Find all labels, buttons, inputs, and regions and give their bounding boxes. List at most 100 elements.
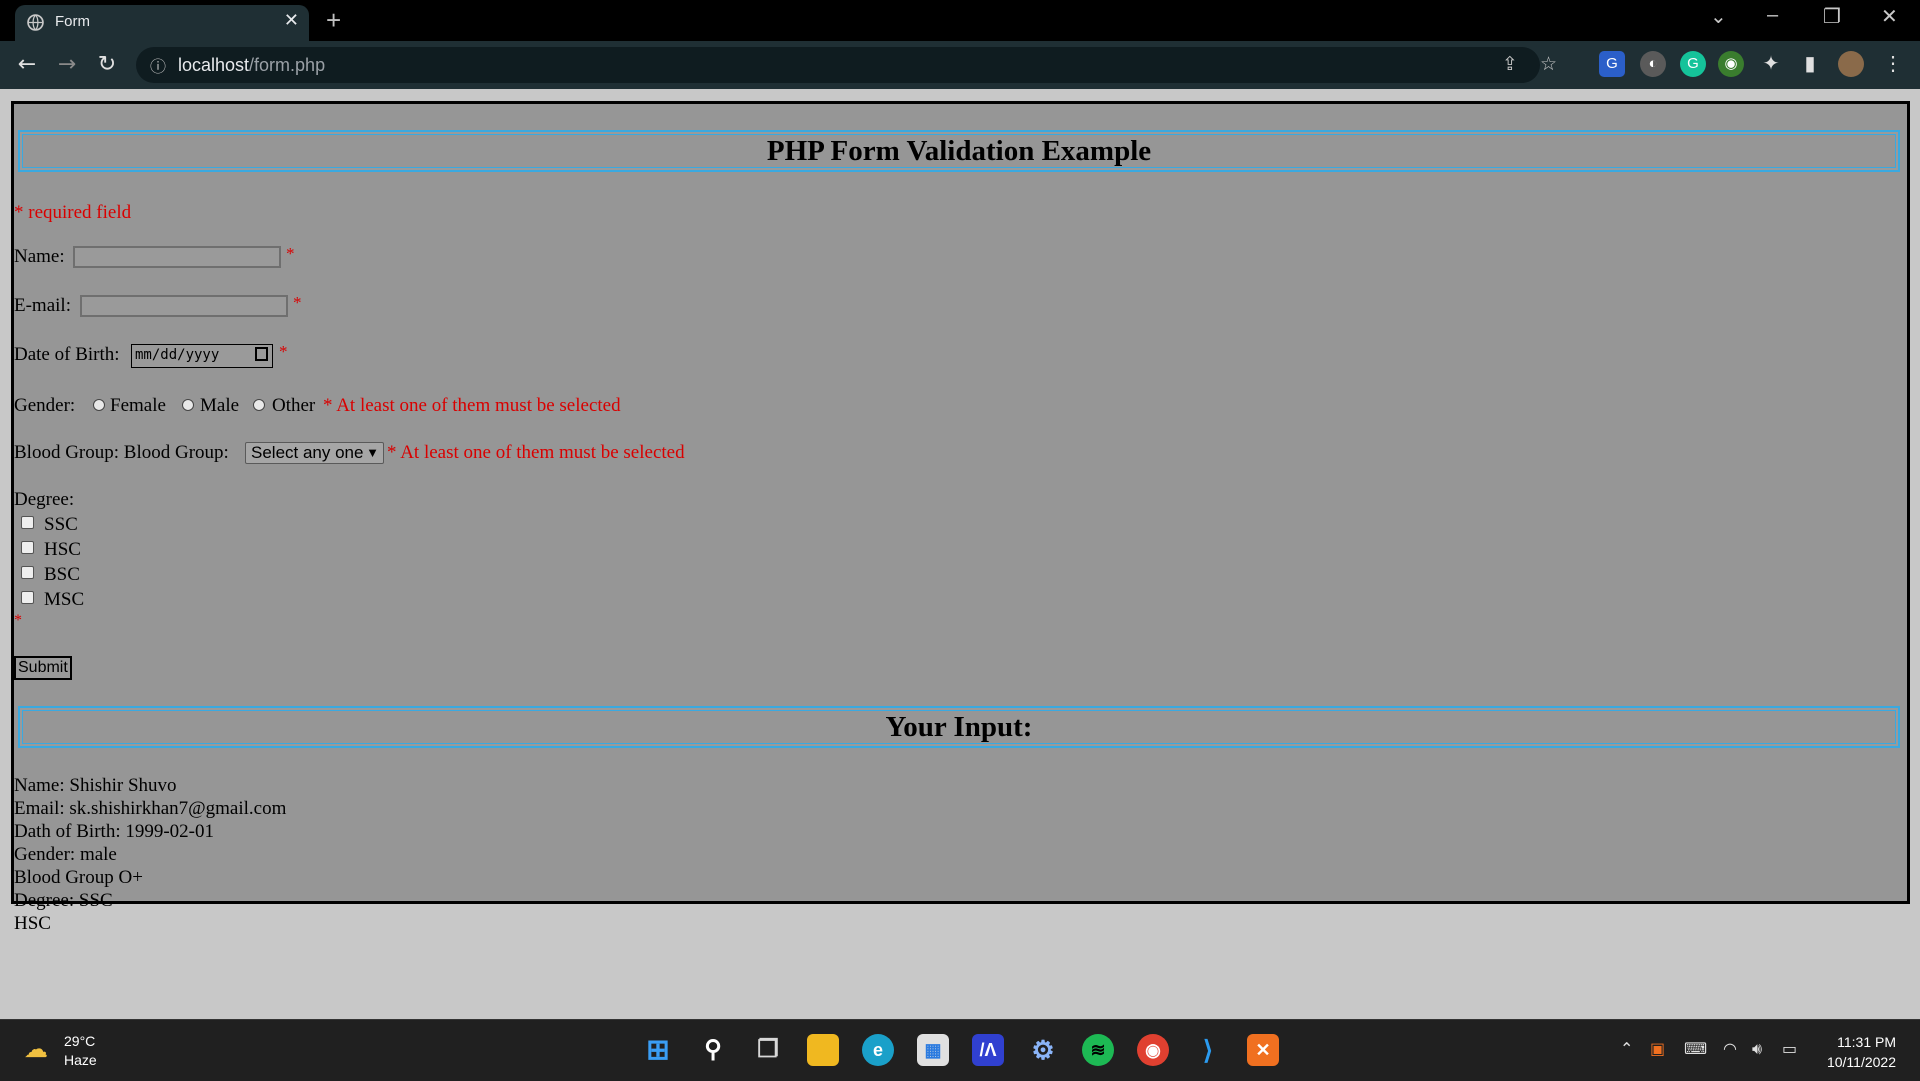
degree-required-star: * — [14, 612, 22, 629]
tab-search-icon[interactable]: ⌄ — [1710, 4, 1727, 29]
output-dob: Dath of Birth: 1999-02-01 — [14, 821, 215, 842]
output-degree-extra: HSC — [14, 913, 51, 934]
output-degree: Degree: SSC — [14, 890, 113, 911]
gender-label: Gender: — [14, 395, 76, 416]
submit-button[interactable]: Submit — [14, 656, 72, 680]
page-content: PHP Form Validation Example * required f… — [0, 89, 1920, 1019]
task-view-icon[interactable]: ❐ — [752, 1034, 784, 1066]
output-name: Name: Shishir Shuvo — [14, 775, 177, 796]
back-arrow-icon[interactable]: ← — [12, 50, 42, 80]
vscode-icon[interactable]: ⟩ — [1192, 1034, 1224, 1066]
weather-icon: ☁ — [24, 1036, 48, 1063]
url-host: localhost — [178, 55, 250, 75]
dob-input[interactable]: mm/dd/yyyy — [131, 344, 273, 368]
globe-icon — [27, 14, 44, 31]
dob-label: Date of Birth: — [14, 344, 120, 365]
browser-toolbar: ← → ↻ ⓘ localhost/form.php ⇪ ☆ G ◐ G ◉ ✦… — [0, 41, 1920, 89]
degree-ssc-label: SSC — [44, 514, 78, 535]
blood-group-label: Blood Group: Blood Group: — [14, 442, 229, 463]
degree-ssc-checkbox[interactable] — [21, 516, 34, 529]
site-info-icon[interactable]: ⓘ — [150, 53, 166, 77]
translate-extension-icon[interactable]: G — [1599, 51, 1625, 77]
taskbar: ☁ 29°C Haze ⊞ ⚲ ❐ e ▦ /Λ ⚙ ≋ ◉ ⟩ ✕ ⌃ ▣ ⌨… — [0, 1019, 1920, 1081]
close-window-button[interactable]: ✕ — [1881, 4, 1898, 29]
share-icon[interactable]: ⇪ — [1502, 53, 1518, 75]
side-panel-icon[interactable]: ▮ — [1797, 51, 1823, 77]
blood-group-select[interactable]: Select any one ▼ — [245, 442, 384, 464]
url-text: localhost/form.php — [178, 55, 325, 76]
search-icon[interactable]: ⚲ — [697, 1034, 729, 1066]
name-input[interactable] — [73, 246, 281, 268]
degree-msc-label: MSC — [44, 589, 85, 610]
avatar[interactable] — [1838, 51, 1864, 77]
store-icon[interactable]: ▦ — [917, 1034, 949, 1066]
browser-tab[interactable]: Form ✕ — [15, 5, 309, 41]
file-explorer-icon[interactable] — [807, 1034, 839, 1066]
calendar-icon[interactable] — [255, 347, 268, 361]
name-required-star: * — [286, 244, 295, 263]
minimize-button[interactable]: – — [1767, 4, 1778, 27]
edge-icon[interactable]: e — [862, 1034, 894, 1066]
xampp-icon[interactable]: ✕ — [1247, 1034, 1279, 1066]
grammarly-extension-icon[interactable]: G — [1680, 51, 1706, 77]
degree-msc-checkbox[interactable] — [21, 591, 34, 604]
required-note: * required field — [14, 202, 132, 223]
weather-widget[interactable]: ☁ 29°C Haze — [24, 1032, 97, 1070]
clock-date: 10/11/2022 — [1826, 1054, 1896, 1070]
gender-male-label: Male — [200, 395, 240, 416]
restore-button[interactable]: ❐ — [1823, 4, 1841, 29]
color-extension-icon[interactable]: ◉ — [1718, 51, 1744, 77]
menu-icon[interactable]: ⋮ — [1880, 51, 1906, 77]
clock[interactable]: 11:31 PM 10/11/2022 — [1827, 1032, 1896, 1072]
xampp-tray-icon[interactable]: ▣ — [1650, 1039, 1665, 1058]
wifi-icon[interactable]: ◠ — [1723, 1039, 1737, 1058]
chevron-up-icon[interactable]: ⌃ — [1620, 1039, 1633, 1058]
chevron-down-icon: ▼ — [366, 445, 379, 460]
url-path: /form.php — [249, 55, 326, 75]
weather-desc: Haze — [64, 1052, 97, 1068]
output-email: Email: sk.shishirkhan7@gmail.com — [14, 798, 287, 819]
email-label: E-mail: — [14, 295, 71, 316]
blood-group-error: * At least one of them must be selected — [387, 442, 685, 463]
gender-other-label: Other — [272, 395, 316, 416]
form-container: PHP Form Validation Example * required f… — [11, 101, 1910, 934]
browser-tab-bar: Form ✕ + ⌄ – ❐ ✕ — [0, 0, 1920, 41]
app-icon[interactable]: /Λ — [972, 1034, 1004, 1066]
gender-female-label: Female — [110, 395, 166, 416]
bookmark-star-icon[interactable]: ☆ — [1540, 53, 1557, 75]
keyboard-icon[interactable]: ⌨ — [1684, 1039, 1707, 1058]
gender-female-radio[interactable] — [93, 399, 105, 411]
degree-bsc-label: BSC — [44, 564, 80, 585]
start-icon[interactable]: ⊞ — [642, 1034, 674, 1066]
output-blood-group: Blood Group O+ — [14, 867, 143, 888]
degree-hsc-checkbox[interactable] — [21, 541, 34, 554]
volume-icon[interactable]: 🔊︎ — [1752, 1039, 1762, 1059]
forward-arrow-icon[interactable]: → — [52, 50, 82, 80]
address-bar[interactable]: ⓘ localhost/form.php ⇪ ☆ — [136, 47, 1557, 83]
output-gender: Gender: male — [14, 844, 117, 865]
extension-icon[interactable]: ◐ — [1640, 51, 1666, 77]
gender-error: * At least one of them must be selected — [323, 395, 621, 416]
settings-gear-icon[interactable]: ⚙ — [1027, 1034, 1059, 1066]
degree-bsc-checkbox[interactable] — [21, 566, 34, 579]
degree-hsc-label: HSC — [44, 539, 81, 560]
dob-placeholder: mm/dd/yyyy — [135, 347, 220, 363]
tab-close-icon[interactable]: ✕ — [284, 10, 299, 31]
battery-icon[interactable]: ▭ — [1782, 1039, 1797, 1058]
chrome-icon[interactable]: ◉ — [1137, 1034, 1169, 1066]
spotify-icon[interactable]: ≋ — [1082, 1034, 1114, 1066]
output-heading: Your Input: — [18, 706, 1900, 748]
blood-group-select-value: Select any one — [251, 443, 364, 462]
degree-label: Degree: — [14, 489, 75, 510]
puzzle-icon[interactable]: ✦ — [1758, 51, 1784, 77]
gender-other-radio[interactable] — [253, 399, 265, 411]
dob-required-star: * — [279, 342, 288, 361]
gender-male-radio[interactable] — [182, 399, 194, 411]
new-tab-button[interactable]: + — [326, 5, 341, 36]
weather-temp: 29°C — [64, 1033, 96, 1049]
email-input[interactable] — [80, 295, 288, 317]
clock-time: 11:31 PM — [1837, 1034, 1896, 1050]
tab-title: Form — [55, 13, 90, 30]
name-label: Name: — [14, 246, 65, 267]
reload-icon[interactable]: ↻ — [92, 50, 122, 80]
